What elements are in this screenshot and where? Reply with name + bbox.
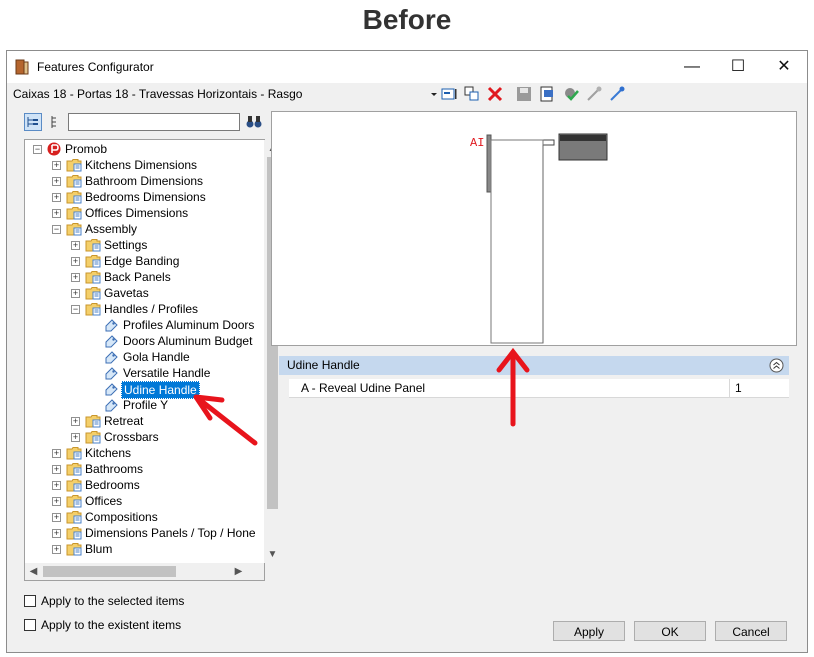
arrow-to-property-panel <box>496 347 530 427</box>
annotation-overlay <box>193 347 530 446</box>
arrow-to-tree-item <box>193 394 258 446</box>
